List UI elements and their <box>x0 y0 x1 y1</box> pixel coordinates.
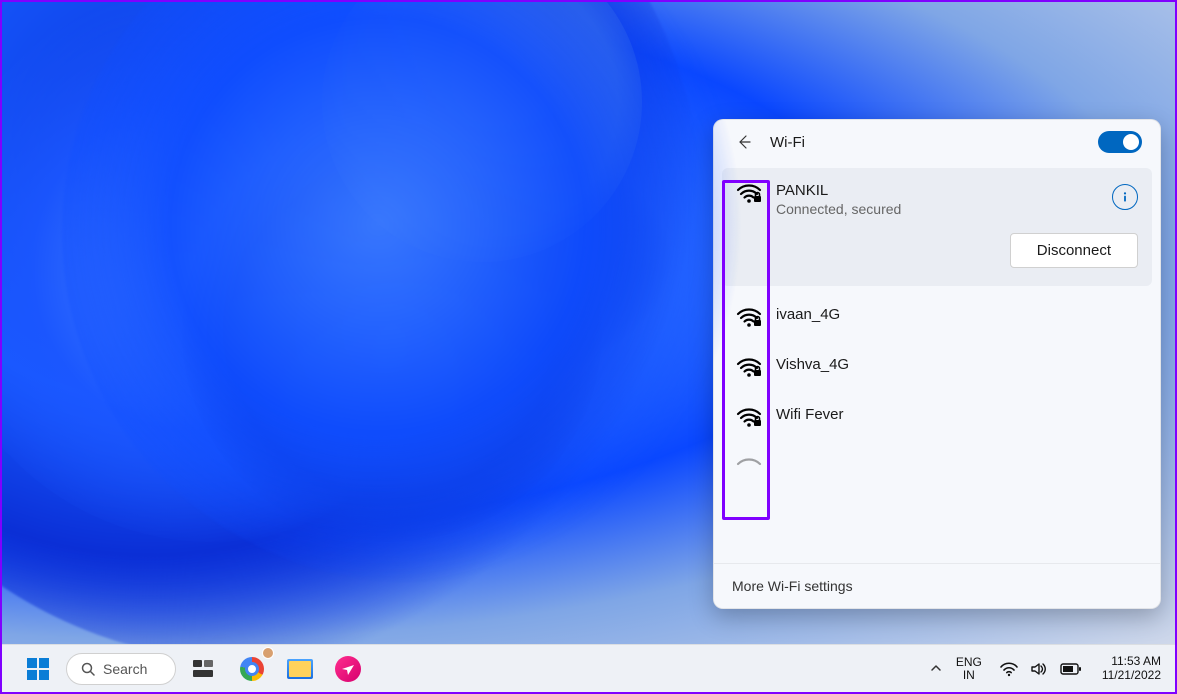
network-item-partial[interactable] <box>722 442 1152 492</box>
pink-app-icon <box>335 656 361 682</box>
info-icon <box>1119 191 1131 203</box>
language-primary: ENG <box>956 656 982 669</box>
battery-tray-icon <box>1060 662 1082 676</box>
tray-overflow-button[interactable] <box>924 656 948 682</box>
wifi-secured-icon <box>736 356 762 378</box>
flyout-header: Wi-Fi <box>714 120 1160 162</box>
taskbar-search[interactable]: Search <box>66 653 176 685</box>
wifi-secured-icon <box>736 306 762 328</box>
flyout-title: Wi-Fi <box>770 134 1084 151</box>
taskbar: Search ENG IN 11:53 AM 11/21/2022 <box>2 644 1175 692</box>
back-button[interactable] <box>732 130 756 154</box>
taskbar-app-chrome[interactable] <box>232 649 272 689</box>
task-view-icon <box>193 660 215 678</box>
task-view-button[interactable] <box>184 649 224 689</box>
clock-date: 11/21/2022 <box>1102 669 1161 682</box>
network-item[interactable]: Wifi Fever <box>722 392 1152 442</box>
clock-time: 11:53 AM <box>1111 655 1161 668</box>
disconnect-row: Disconnect <box>722 225 1152 286</box>
wifi-tray-icon <box>1000 661 1018 677</box>
language-indicator[interactable]: ENG IN <box>950 652 988 685</box>
system-tray[interactable] <box>990 657 1092 681</box>
wifi-secured-icon <box>736 182 762 204</box>
disconnect-button[interactable]: Disconnect <box>1010 233 1138 268</box>
language-secondary: IN <box>963 669 975 682</box>
network-name: ivaan_4G <box>776 306 1138 323</box>
chevron-up-icon <box>930 663 942 673</box>
taskbar-app-pink[interactable] <box>328 649 368 689</box>
more-wifi-settings-link[interactable]: More Wi-Fi settings <box>714 563 1160 608</box>
network-name: PANKIL <box>776 182 1098 199</box>
network-status: Connected, secured <box>776 201 1098 217</box>
desktop-wallpaper: Wi-Fi PANKIL Connected, secured Disconne… <box>2 2 1175 644</box>
wifi-flyout: Wi-Fi PANKIL Connected, secured Disconne… <box>713 119 1161 609</box>
windows-logo-icon <box>27 658 49 680</box>
search-icon <box>81 662 95 676</box>
chrome-profile-badge <box>262 647 274 659</box>
network-item[interactable]: Vishva_4G <box>722 342 1152 392</box>
wifi-toggle[interactable] <box>1098 131 1142 153</box>
taskbar-app-file-explorer[interactable] <box>280 649 320 689</box>
network-item-connected[interactable]: PANKIL Connected, secured <box>722 168 1152 231</box>
network-list: PANKIL Connected, secured Disconnect iva… <box>714 162 1160 563</box>
volume-tray-icon <box>1030 661 1048 677</box>
network-item[interactable]: ivaan_4G <box>722 292 1152 342</box>
arrow-left-icon <box>736 134 752 150</box>
search-placeholder: Search <box>103 661 147 677</box>
network-info-button[interactable] <box>1112 184 1138 210</box>
start-button[interactable] <box>18 649 58 689</box>
network-name: Wifi Fever <box>776 406 1138 423</box>
network-name: Vishva_4G <box>776 356 1138 373</box>
taskbar-clock[interactable]: 11:53 AM 11/21/2022 <box>1094 651 1169 685</box>
wifi-icon <box>736 456 762 478</box>
wifi-secured-icon <box>736 406 762 428</box>
folder-icon <box>287 659 313 679</box>
chrome-icon <box>240 657 264 681</box>
